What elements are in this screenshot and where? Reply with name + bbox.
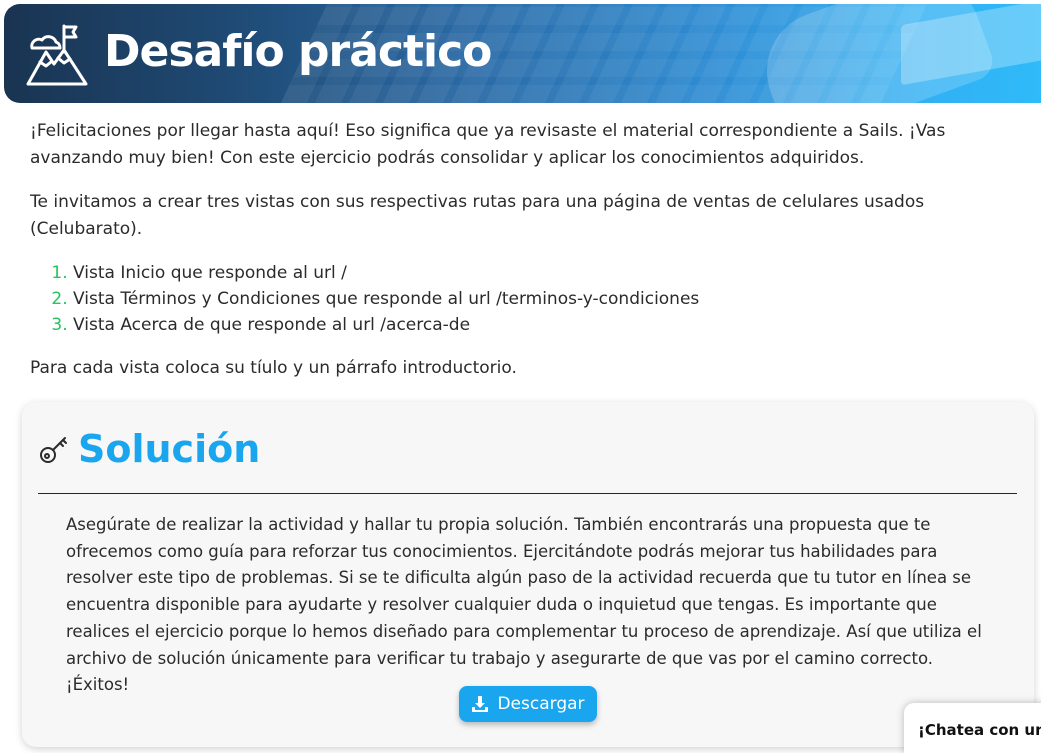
key-icon <box>40 437 67 463</box>
intro-section: ¡Felicitaciones por llegar hasta aquí! E… <box>30 118 1030 382</box>
mountain-flag-icon <box>26 24 88 86</box>
solution-title: Solución <box>78 427 261 471</box>
chat-label: ¡Chatea con un <box>918 721 1041 739</box>
intro-paragraph: ¡Felicitaciones por llegar hasta aquí! E… <box>30 121 946 168</box>
page-title: Desafío práctico <box>104 26 492 77</box>
list-item: Vista Acerca de que responde al url /ace… <box>73 312 1030 338</box>
download-icon <box>472 696 489 712</box>
list-item: Vista Términos y Condiciones que respond… <box>73 286 1030 312</box>
solution-text: Asegúrate de realizar la actividad y hal… <box>66 515 982 695</box>
instruction-paragraph: Para cada vista coloca su tíulo y un pár… <box>30 358 517 378</box>
steps-list: Vista Inicio que responde al url / Vista… <box>30 260 1030 338</box>
solution-card: Solución Asegúrate de realizar la activi… <box>22 402 1034 747</box>
solution-heading: Solución <box>38 424 260 474</box>
download-button[interactable]: Descargar <box>459 686 597 722</box>
divider <box>38 493 1017 494</box>
download-label: Descargar <box>497 694 585 714</box>
task-paragraph: Te invitamos a crear tres vistas con sus… <box>30 192 925 239</box>
header-banner: Desafío práctico <box>4 4 1041 103</box>
chat-widget[interactable]: ¡Chatea con un <box>904 703 1041 753</box>
list-item: Vista Inicio que responde al url / <box>73 260 1030 286</box>
